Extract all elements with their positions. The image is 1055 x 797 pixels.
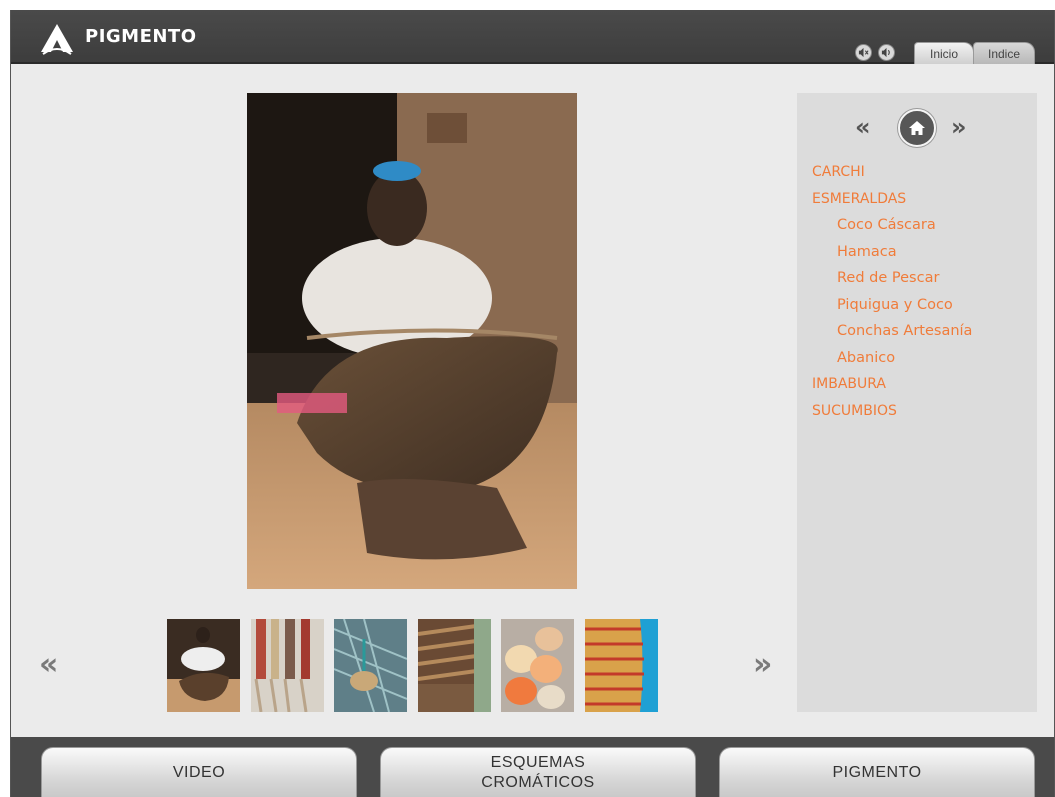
woven-fan-thumbnail[interactable] <box>585 619 658 712</box>
index-item-carchi[interactable]: CARCHI <box>812 159 972 186</box>
footer-bar: VIDEO ESQUEMAS CROMÁTICOS PIGMENTO <box>11 737 1054 797</box>
index-next-button[interactable]: » <box>951 113 967 141</box>
app-window: PIGMENTO Inicio Indice « » « » CARCHI ES… <box>10 10 1055 797</box>
thumbnails-prev-button[interactable]: « <box>39 650 58 680</box>
index-item-sucumbios[interactable]: SUCUMBIOS <box>812 398 972 425</box>
index-item-conchas-artesania[interactable]: Conchas Artesanía <box>812 318 972 345</box>
index-item-esmeraldas[interactable]: ESMERALDAS <box>812 186 972 213</box>
index-nav: « » <box>797 109 1037 147</box>
tab-inicio[interactable]: Inicio <box>914 42 974 64</box>
coconut-shell-bowl-photo <box>247 93 577 589</box>
thumbnails-next-button[interactable]: » <box>753 650 772 680</box>
brand-title: PIGMENTO <box>85 26 197 47</box>
index-prev-button[interactable]: « <box>855 113 871 141</box>
coconut-shell-thumbnail[interactable] <box>167 619 240 712</box>
index-list: CARCHI ESMERALDAS Coco Cáscara Hamaca Re… <box>812 159 972 424</box>
hammock-thumbnail[interactable] <box>251 619 324 712</box>
tab-indice[interactable]: Indice <box>973 42 1035 64</box>
esquemas-label-line2: CROMÁTICOS <box>481 773 595 791</box>
volume-icon[interactable] <box>878 44 895 61</box>
index-item-abanico[interactable]: Abanico <box>812 345 972 372</box>
video-button[interactable]: VIDEO <box>41 747 357 797</box>
home-button[interactable] <box>898 109 936 147</box>
mute-icon[interactable] <box>855 44 872 61</box>
home-icon <box>909 121 925 135</box>
esquemas-cromaticos-button[interactable]: ESQUEMAS CROMÁTICOS <box>380 747 696 797</box>
index-item-hamaca[interactable]: Hamaca <box>812 239 972 266</box>
index-item-imbabura[interactable]: IMBABURA <box>812 371 972 398</box>
woven-basket-thumbnail[interactable] <box>418 619 491 712</box>
index-item-piquigua-y-coco[interactable]: Piquigua y Coco <box>812 292 972 319</box>
index-panel: « » CARCHI ESMERALDAS Coco Cáscara Hamac… <box>797 93 1037 712</box>
index-item-red-de-pescar[interactable]: Red de Pescar <box>812 265 972 292</box>
header-bar: PIGMENTO Inicio Indice <box>11 10 1054 64</box>
esquemas-label-line1: ESQUEMAS <box>490 753 586 771</box>
pigmento-button[interactable]: PIGMENTO <box>719 747 1035 797</box>
pigmento-logo-icon <box>41 24 73 55</box>
fishing-net-thumbnail[interactable] <box>334 619 407 712</box>
index-item-coco-cascara[interactable]: Coco Cáscara <box>812 212 972 239</box>
seashells-thumbnail[interactable] <box>501 619 574 712</box>
